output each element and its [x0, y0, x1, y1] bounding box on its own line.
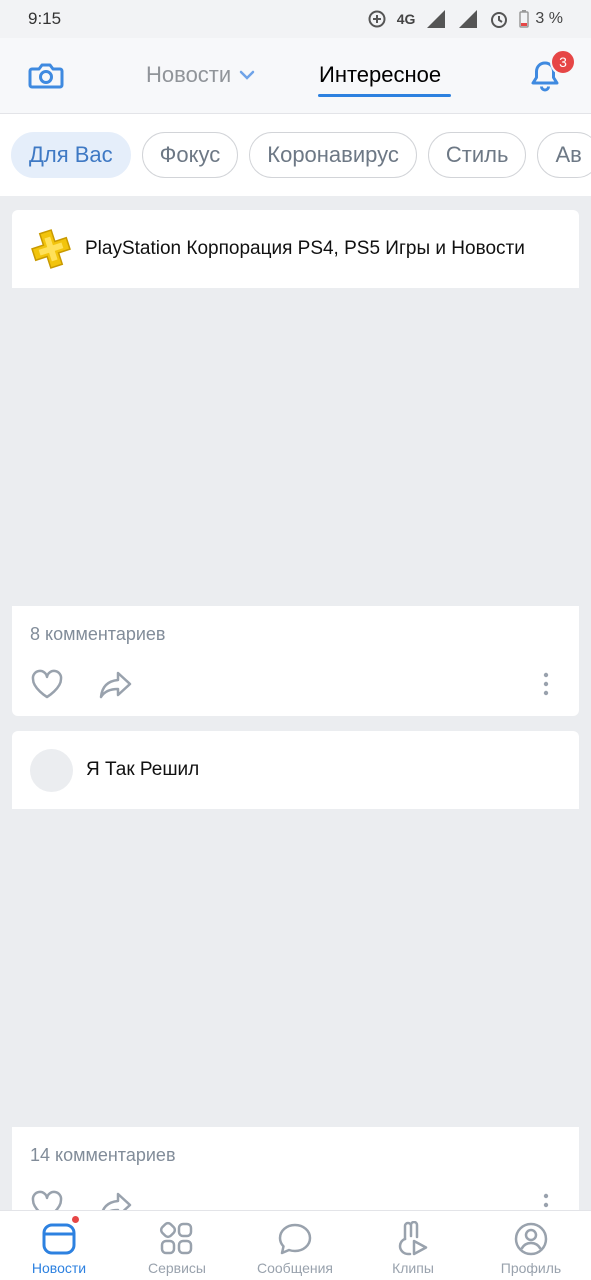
- active-tab-indicator: [318, 94, 451, 97]
- bottom-navigation: Новости Сервисы Сообщения Клипы Профиль: [0, 1210, 591, 1280]
- services-icon: [159, 1221, 193, 1255]
- nav-profile-label: Профиль: [500, 1260, 562, 1276]
- camera-icon: [28, 63, 64, 89]
- clips-icon: [398, 1221, 428, 1256]
- profile-icon: [514, 1222, 548, 1256]
- post-footer: 8 комментариев: [12, 606, 579, 716]
- nav-services[interactable]: Сервисы: [118, 1211, 236, 1280]
- post-author: PlayStation Корпорация PS4, PS5 Игры и Н…: [85, 238, 525, 259]
- messages-icon: [278, 1223, 312, 1255]
- chip-auto[interactable]: Ав: [537, 132, 591, 178]
- chip-focus[interactable]: Фокус: [141, 132, 239, 178]
- top-header: Новости Интересное 3: [0, 38, 591, 114]
- post-image-placeholder[interactable]: [12, 809, 579, 1127]
- camera-button[interactable]: [26, 56, 66, 96]
- status-time: 9:15: [28, 9, 62, 28]
- battery-icon: [519, 10, 530, 28]
- alarm-icon: [491, 12, 508, 28]
- post-header[interactable]: Я Так Решил: [12, 731, 579, 809]
- signal-icon-2: [459, 10, 478, 28]
- like-icon[interactable]: [30, 668, 64, 700]
- news-unread-dot: [71, 1215, 80, 1224]
- notification-badge: 3: [550, 49, 576, 75]
- tab-news-label: Новости: [146, 62, 232, 87]
- chip-coronavirus[interactable]: Коронавирус: [249, 132, 417, 178]
- category-chips: Для Вас Фокус Коронавирус Стиль Ав: [0, 114, 591, 196]
- post-image-placeholder[interactable]: [12, 288, 579, 606]
- playstation-plus-logo: [31, 229, 71, 269]
- nav-messages-label: Сообщения: [257, 1260, 333, 1276]
- chip-for-you[interactable]: Для Вас: [11, 132, 131, 178]
- tab-news[interactable]: Новости: [146, 62, 255, 88]
- nav-services-label: Сервисы: [147, 1260, 206, 1276]
- post-header[interactable]: PlayStation Корпорация PS4, PS5 Игры и Н…: [12, 210, 579, 288]
- post-card: PlayStation Корпорация PS4, PS5 Игры и Н…: [12, 210, 579, 716]
- nav-news[interactable]: Новости: [0, 1211, 118, 1280]
- post-card: Я Так Решил 14 комментариев: [12, 731, 579, 1251]
- signal-icon: [427, 10, 446, 28]
- status-bar: 9:15 4G 3 %: [0, 0, 591, 38]
- post-author: Я Так Решил: [86, 759, 200, 780]
- battery: 3 %: [519, 10, 563, 28]
- nav-messages[interactable]: Сообщения: [236, 1211, 354, 1280]
- avatar: [30, 748, 73, 792]
- nav-profile[interactable]: Профиль: [472, 1211, 590, 1280]
- sync-icon: [368, 10, 386, 28]
- more-options-icon[interactable]: [538, 670, 554, 698]
- comments-count[interactable]: 14 комментариев: [30, 1145, 176, 1166]
- nav-news-label: Новости: [31, 1260, 87, 1276]
- battery-level: 3 %: [535, 10, 563, 27]
- tab-interesting-label: Интересное: [319, 62, 442, 87]
- comments-count[interactable]: 8 комментариев: [30, 624, 166, 645]
- chevron-down-icon: [239, 70, 255, 80]
- status-icons: 4G 3 %: [367, 9, 563, 29]
- tab-interesting[interactable]: Интересное: [319, 62, 441, 88]
- network-type: 4G: [396, 11, 416, 27]
- news-icon: [42, 1223, 76, 1255]
- nav-clips[interactable]: Клипы: [354, 1211, 472, 1280]
- chip-style[interactable]: Стиль: [427, 132, 527, 178]
- nav-clips-label: Клипы: [392, 1260, 434, 1276]
- share-icon[interactable]: [98, 668, 134, 700]
